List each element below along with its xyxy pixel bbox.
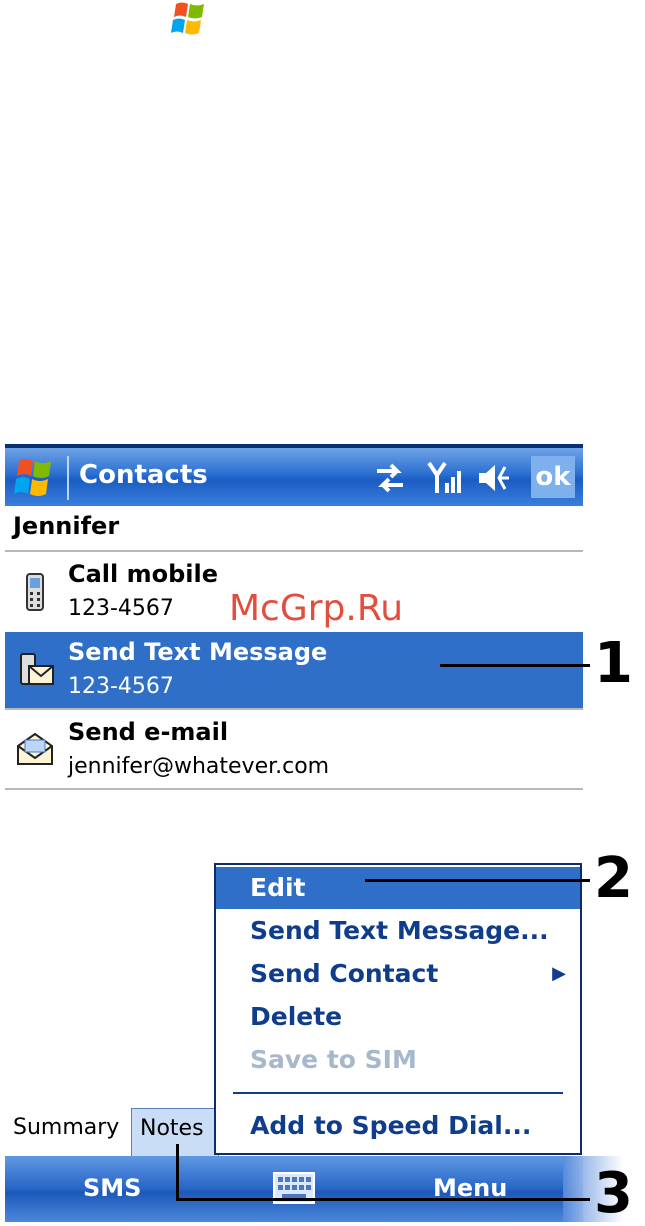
sms-softkey[interactable]: SMS — [83, 1174, 141, 1202]
menu-item-edit[interactable]: Edit — [216, 867, 580, 909]
list-item-send-email[interactable]: Send e-mail jennifer@whatever.com — [5, 712, 583, 788]
callout-3: 3 — [594, 1161, 633, 1226]
device-screen: Contacts ok Jennifer Call mobile 123-456… — [5, 444, 623, 1222]
menu-item-send-contact[interactable]: Send Contact ▶ — [216, 953, 580, 995]
item-detail: 123-4567 — [68, 674, 174, 699]
title-bar: Contacts ok — [5, 444, 583, 506]
softkey-bar: SMS Menu — [5, 1156, 623, 1222]
volume-icon[interactable] — [475, 459, 513, 497]
callout-3-line-vertical — [176, 1144, 179, 1201]
callout-1: 1 — [594, 631, 633, 696]
start-menu-icon[interactable] — [7, 453, 57, 503]
list-item-send-text-message[interactable]: Send Text Message 123-4567 — [5, 632, 583, 708]
callout-2-line — [365, 879, 590, 882]
item-detail: jennifer@whatever.com — [68, 754, 330, 779]
connectivity-icon[interactable] — [371, 459, 409, 497]
divider — [5, 550, 583, 552]
mobile-phone-icon — [26, 573, 44, 611]
windows-logo-icon — [171, 2, 204, 35]
menu-item-save-to-sim: Save to SIM — [250, 1045, 417, 1074]
submenu-arrow-icon: ▶ — [552, 963, 566, 984]
tab-notes[interactable]: Notes — [131, 1108, 219, 1156]
item-detail: 123-4567 — [68, 596, 174, 621]
email-envelope-icon — [17, 732, 53, 765]
divider — [5, 708, 583, 710]
menu-item-label: Send Contact — [250, 959, 439, 988]
callout-2: 2 — [594, 846, 633, 911]
callout-3-line — [176, 1198, 590, 1201]
menu-item-delete[interactable]: Delete — [216, 996, 580, 1038]
ok-button[interactable]: ok — [531, 456, 575, 498]
tab-summary[interactable]: Summary — [5, 1108, 131, 1156]
menu-item-add-to-speed-dial[interactable]: Add to Speed Dial... — [216, 1105, 580, 1147]
item-title: Send Text Message — [68, 638, 328, 666]
title-separator — [67, 456, 69, 500]
text-message-icon — [20, 653, 54, 685]
menu-separator — [233, 1092, 563, 1094]
divider — [5, 788, 583, 790]
item-title: Call mobile — [68, 560, 219, 588]
callout-1-line — [440, 664, 590, 667]
item-title: Send e-mail — [68, 718, 229, 746]
popup-menu: Edit Send Text Message... Send Contact ▶… — [214, 863, 582, 1155]
contact-name: Jennifer — [13, 512, 120, 540]
watermark: McGrp.Ru — [229, 588, 404, 629]
menu-item-send-text-message[interactable]: Send Text Message... — [216, 910, 580, 952]
signal-strength-icon[interactable] — [427, 459, 465, 497]
app-title: Contacts — [79, 460, 208, 490]
